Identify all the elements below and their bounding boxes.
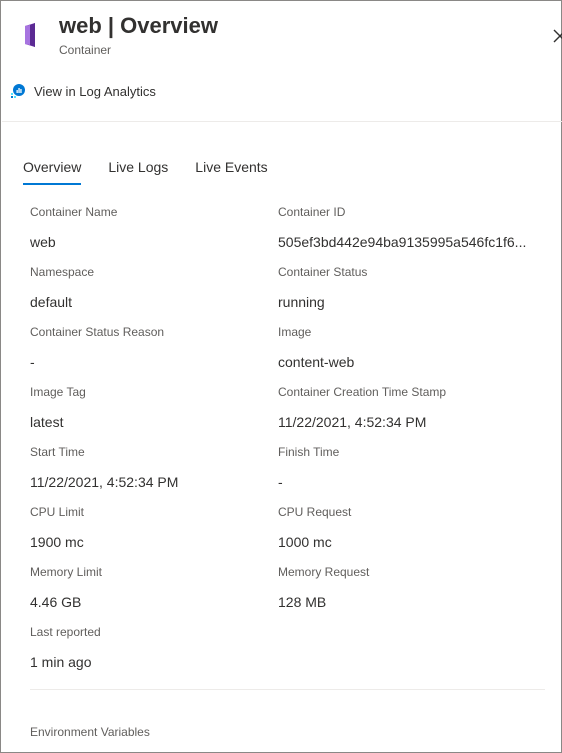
property-label: Last reported bbox=[30, 625, 101, 639]
page-subtitle: Container bbox=[59, 43, 112, 57]
property-start-time: Start Time 11/22/2021, 4:52:34 PM bbox=[30, 444, 280, 491]
log-analytics-icon bbox=[10, 83, 26, 99]
tab-live-logs[interactable]: Live Logs bbox=[108, 157, 168, 185]
property-value: latest bbox=[30, 414, 64, 430]
tab-overview[interactable]: Overview bbox=[23, 157, 82, 185]
property-value: 11/22/2021, 4:52:34 PM bbox=[30, 474, 179, 490]
property-label: Image Tag bbox=[30, 385, 86, 399]
property-container-id: Container ID 505ef3bd442e94ba9135995a546… bbox=[278, 204, 528, 251]
property-label: Image bbox=[278, 325, 312, 339]
property-label: Memory Request bbox=[278, 565, 370, 579]
property-value: web bbox=[30, 234, 56, 250]
log-analytics-label: View in Log Analytics bbox=[34, 83, 156, 99]
header-divider bbox=[2, 121, 562, 122]
property-cpu-request: CPU Request 1000 mc bbox=[278, 504, 528, 551]
property-label: CPU Limit bbox=[30, 505, 85, 519]
container-overview-panel: web | Overview Container View in Log Ana… bbox=[0, 0, 562, 753]
view-in-log-analytics-link[interactable]: View in Log Analytics bbox=[10, 81, 156, 101]
property-memory-request: Memory Request 128 MB bbox=[278, 564, 528, 611]
property-value: running bbox=[278, 294, 325, 310]
property-value: 4.46 GB bbox=[30, 594, 82, 610]
property-memory-limit: Memory Limit 4.46 GB bbox=[30, 564, 280, 611]
property-value: - bbox=[30, 354, 35, 370]
property-cpu-limit: CPU Limit 1900 mc bbox=[30, 504, 280, 551]
property-label: CPU Request bbox=[278, 505, 352, 519]
tab-live-events[interactable]: Live Events bbox=[195, 157, 267, 185]
property-last-reported: Last reported 1 min ago bbox=[30, 624, 280, 671]
section-divider bbox=[30, 689, 545, 690]
property-image-tag: Image Tag latest bbox=[30, 384, 280, 431]
property-label: Container Name bbox=[30, 205, 118, 219]
environment-variables-heading: Environment Variables bbox=[30, 725, 150, 739]
property-label: Container Creation Time Stamp bbox=[278, 385, 447, 399]
property-container-status-reason: Container Status Reason - bbox=[30, 324, 280, 371]
property-value: default bbox=[30, 294, 73, 310]
property-label: Container Status bbox=[278, 265, 368, 279]
page-title: web | Overview bbox=[59, 13, 219, 38]
property-value: 1 min ago bbox=[30, 654, 92, 670]
property-label: Start Time bbox=[30, 445, 85, 459]
tab-bar: Overview Live Logs Live Events bbox=[23, 157, 295, 187]
property-value: 128 MB bbox=[278, 594, 327, 610]
property-label: Finish Time bbox=[278, 445, 340, 459]
property-value: 1900 mc bbox=[30, 534, 84, 550]
property-label: Container ID bbox=[278, 205, 346, 219]
property-container-name: Container Name web bbox=[30, 204, 280, 251]
property-value: 11/22/2021, 4:52:34 PM bbox=[278, 414, 427, 430]
property-label: Namespace bbox=[30, 265, 95, 279]
property-namespace: Namespace default bbox=[30, 264, 280, 311]
property-value: 505ef3bd442e94ba9135995a546fc1f6... bbox=[278, 234, 527, 250]
property-finish-time: Finish Time - bbox=[278, 444, 528, 491]
property-container-status: Container Status running bbox=[278, 264, 528, 311]
property-value: - bbox=[278, 474, 283, 490]
property-container-creation-time: Container Creation Time Stamp 11/22/2021… bbox=[278, 384, 528, 431]
property-value: 1000 mc bbox=[278, 534, 332, 550]
close-icon[interactable] bbox=[552, 28, 562, 44]
container-icon bbox=[21, 22, 39, 48]
panel-header: web | Overview Container bbox=[21, 11, 562, 61]
property-image: Image content-web bbox=[278, 324, 528, 371]
property-label: Container Status Reason bbox=[30, 325, 165, 339]
property-label: Memory Limit bbox=[30, 565, 103, 579]
property-value: content-web bbox=[278, 354, 355, 370]
